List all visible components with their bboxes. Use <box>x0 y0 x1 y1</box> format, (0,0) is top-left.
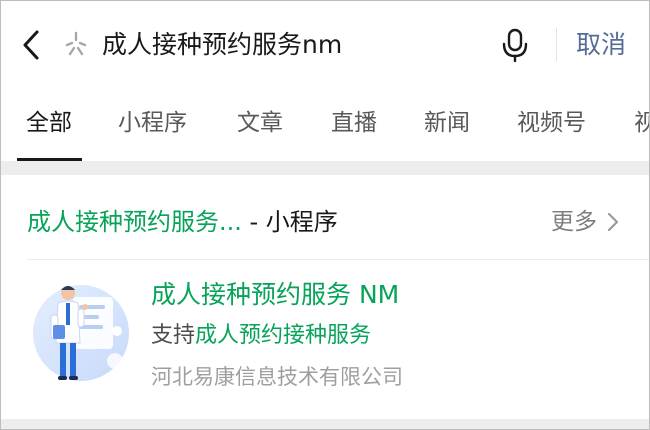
mini-program-section: 成人接种预约服务... - 小程序 更多 成人接种预约服务 NM 支持成人预约接… <box>1 175 649 419</box>
wechat-search-screen: 成人接种预约服务nm 取消 全部 小程序 文章 直播 新闻 视频号 视 成人接种… <box>0 0 650 430</box>
chevron-right-icon[interactable] <box>606 211 620 233</box>
search-input[interactable]: 成人接种预约服务nm <box>102 27 342 63</box>
spark-icon <box>61 29 91 59</box>
section-title-highlight: 成人接种预约服务... <box>27 208 242 236</box>
mini-program-description: 支持成人预约接种服务 <box>151 320 371 352</box>
description-highlight: 成人预约接种服务 <box>195 323 372 348</box>
tab-mini-programs[interactable]: 小程序 <box>118 107 187 139</box>
search-tabs: 全部 小程序 文章 直播 新闻 视频号 视 <box>1 87 649 163</box>
divider <box>27 259 649 260</box>
mini-program-result[interactable]: 成人接种预约服务 NM 支持成人预约接种服务 河北易康信息技术有限公司 <box>1 261 649 419</box>
description-prefix: 支持 <box>151 323 196 348</box>
tab-news[interactable]: 新闻 <box>424 107 470 139</box>
search-bar: 成人接种预约服务nm 取消 <box>1 1 649 87</box>
divider <box>556 28 557 61</box>
mini-program-developer: 河北易康信息技术有限公司 <box>151 365 403 389</box>
section-gap <box>1 419 649 429</box>
tab-channels[interactable]: 视频号 <box>517 107 586 139</box>
doctor-illustration <box>33 285 129 381</box>
back-button[interactable] <box>17 27 47 63</box>
tab-live[interactable]: 直播 <box>331 107 377 139</box>
section-title-suffix: - 小程序 <box>241 208 338 236</box>
tab-all[interactable]: 全部 <box>26 107 72 139</box>
section-title: 成人接种预约服务... - 小程序 <box>27 205 338 239</box>
section-gap <box>1 161 649 175</box>
tab-video-partial[interactable]: 视 <box>634 107 649 139</box>
chevron-left-icon <box>23 30 39 60</box>
microphone-icon <box>502 28 528 63</box>
cancel-button[interactable]: 取消 <box>576 27 626 63</box>
tab-articles[interactable]: 文章 <box>237 107 283 139</box>
voice-input-button[interactable] <box>499 27 531 63</box>
more-link[interactable]: 更多 <box>551 205 597 239</box>
mini-program-name[interactable]: 成人接种预约服务 NM <box>151 277 399 313</box>
mini-program-thumbnail <box>25 279 133 387</box>
